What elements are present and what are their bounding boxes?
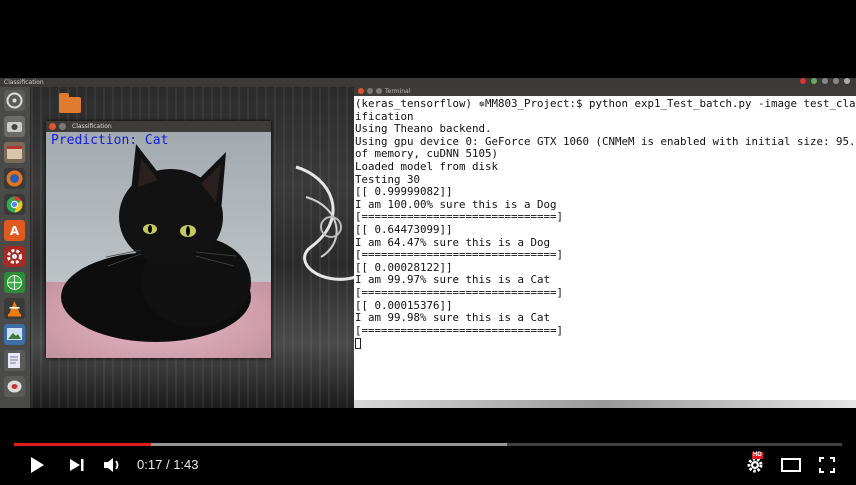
maximize-icon[interactable] [376, 88, 382, 94]
volume-indicator-icon [833, 78, 839, 84]
next-button[interactable] [64, 454, 90, 476]
terminal-line: [==============================] [355, 323, 564, 337]
unity-launcher: A [0, 87, 31, 408]
wallpaper-strip [354, 400, 856, 408]
terminal-cursor [355, 338, 361, 350]
image-viewer-icon [4, 324, 25, 345]
time-display: 0:17 / 1:43 [137, 455, 199, 475]
progress-bar[interactable] [14, 443, 842, 446]
terminal-output[interactable]: (keras_tensorflow) ✵MM803_Project:$ pyth… [354, 96, 856, 400]
document-icon [4, 350, 25, 371]
settings-icon [4, 246, 25, 267]
terminal-titlebar[interactable]: Terminal [354, 87, 856, 96]
minimize-icon[interactable] [367, 88, 373, 94]
theater-mode-icon [781, 458, 801, 472]
terminal-line: I am 99.98% sure this is a Cat [355, 311, 551, 325]
terminal-window[interactable]: Terminal (keras_tensorflow) ✵MM803_Proje… [354, 87, 856, 400]
prediction-label: Prediction: Cat [51, 133, 169, 148]
play-icon [31, 457, 44, 473]
top-panel-title: Classification [4, 79, 44, 86]
volume-icon [104, 458, 119, 472]
desktop-wallpaper: Classification Prediction: Cat [31, 87, 357, 408]
volume-button[interactable] [100, 454, 126, 476]
fullscreen-button[interactable] [814, 454, 840, 476]
camera-icon [4, 116, 25, 137]
ubuntu-dash-icon [4, 90, 25, 111]
wallpaper-ironwork [295, 165, 357, 281]
desktop-top-panel: Classification [0, 78, 856, 87]
terminal-line: [==============================] [355, 285, 564, 299]
terminal-line: [[ 0.64473099]] [355, 222, 453, 236]
played-bar [14, 443, 151, 446]
disks-icon [4, 376, 25, 397]
video-frame[interactable]: Classification A Classification Predicti… [0, 78, 856, 408]
settings-button[interactable]: HD [742, 452, 768, 476]
files-icon [4, 142, 25, 163]
terminal-line: Loaded model from disk [355, 159, 499, 173]
time-separator: / [165, 457, 170, 472]
status-indicator-icon [811, 78, 817, 84]
classification-window-title: Classification [72, 123, 112, 130]
terminal-line: (keras_tensorflow) ✵MM803_Project:$ pyth… [355, 97, 856, 110]
software-center-icon: A [4, 220, 25, 241]
vlc-icon [4, 298, 25, 319]
theater-mode-button[interactable] [778, 454, 804, 476]
classification-window[interactable]: Classification Prediction: Cat [46, 121, 271, 358]
close-icon[interactable] [49, 123, 56, 130]
classification-window-titlebar[interactable]: Classification [46, 121, 271, 132]
close-icon[interactable] [358, 88, 364, 94]
power-indicator-icon [844, 78, 850, 84]
hd-badge: HD [752, 452, 763, 459]
black-cat-illustration [61, 144, 251, 342]
terminal-line: Using Theano backend. [355, 122, 492, 136]
record-indicator-icon [800, 78, 806, 84]
fullscreen-icon [819, 457, 835, 473]
svg-text:A: A [10, 224, 20, 238]
chrome-icon [4, 194, 25, 215]
minimize-icon[interactable] [59, 123, 66, 130]
play-button[interactable] [24, 454, 50, 476]
next-icon [70, 459, 84, 471]
duration: 1:43 [173, 457, 199, 472]
terminal-title: Terminal [385, 88, 411, 95]
folder-icon [59, 93, 81, 113]
network-indicator-icon [822, 78, 828, 84]
terminal-line: [==============================] [355, 248, 564, 262]
cat-photo: Prediction: Cat [46, 132, 271, 358]
firefox-icon [4, 168, 25, 189]
current-time: 0:17 [137, 457, 163, 472]
system-tray [800, 78, 850, 84]
terminal-line: [[ 0.99999082]] [355, 185, 453, 199]
network-icon [4, 272, 25, 293]
video-player[interactable]: Classification A Classification Predicti… [0, 0, 856, 485]
